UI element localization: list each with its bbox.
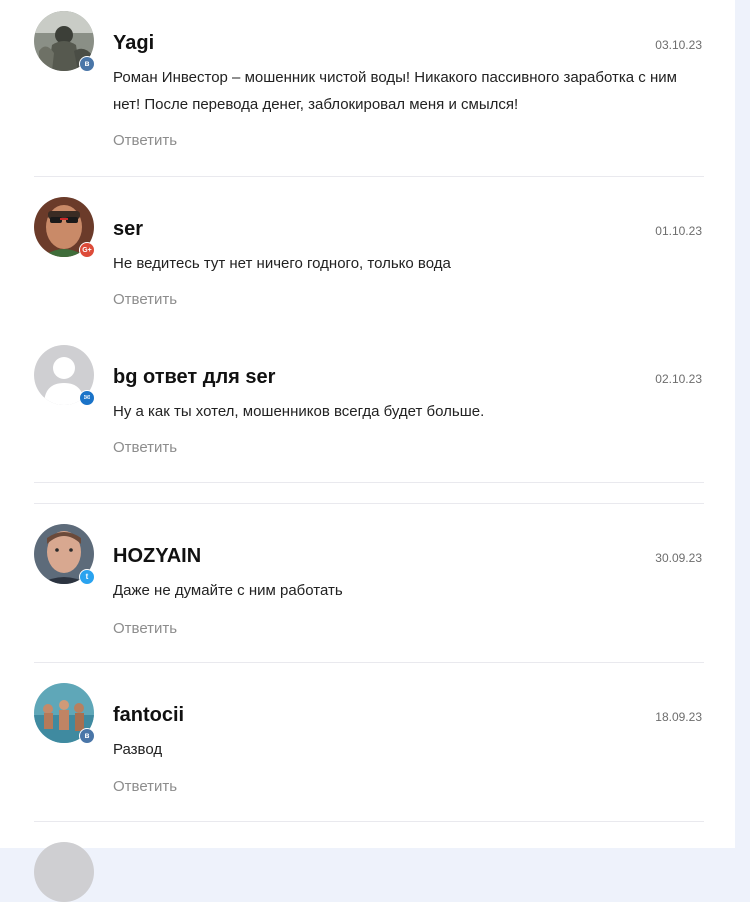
comment-date: 02.10.23	[655, 372, 702, 386]
comment-date: 03.10.23	[655, 38, 702, 52]
comment-text: Не ведитесь тут нет ничего годного, толь…	[113, 255, 451, 272]
avatar[interactable]	[34, 842, 94, 902]
divider	[34, 482, 704, 483]
reply-button[interactable]: Ответить	[113, 132, 177, 149]
comment-author[interactable]: ser	[113, 218, 143, 241]
comment-text: Ну а как ты хотел, мошенников всегда буд…	[113, 403, 485, 420]
reply-button[interactable]: Ответить	[113, 620, 177, 637]
comment-date: 01.10.23	[655, 224, 702, 238]
comment-author[interactable]: Yagi	[113, 32, 154, 55]
reply-button[interactable]: Ответить	[113, 439, 177, 456]
comment-item: в Yagi 03.10.23 Роман Инвестор – мошенни…	[34, 11, 704, 176]
divider	[34, 662, 704, 663]
reply-button[interactable]: Ответить	[113, 778, 177, 795]
reply-button[interactable]: Ответить	[113, 291, 177, 308]
google-plus-icon: G+	[79, 242, 95, 258]
comment-item: G+ ser 01.10.23 Не ведитесь тут нет ниче…	[34, 197, 704, 327]
comment-text: Развод	[113, 741, 163, 758]
comment-text: Даже не думайте с ним работать	[113, 582, 343, 599]
comment-date: 30.09.23	[655, 551, 702, 565]
comment-author[interactable]: fantocii	[113, 704, 184, 727]
divider	[34, 821, 704, 822]
comment-item: в fantocii 18.09.23 Развод Ответить	[34, 683, 704, 813]
twitter-icon: t	[79, 569, 95, 585]
divider	[34, 503, 704, 504]
divider	[34, 176, 704, 177]
vk-icon: в	[79, 56, 95, 72]
comment-item: t HOZYAIN 30.09.23 Даже не думайте с ним…	[34, 524, 704, 654]
comment-item: ✉ bg ответ для ser 02.10.23 Ну а как ты …	[34, 345, 704, 475]
comment-author[interactable]: bg ответ для ser	[113, 366, 275, 389]
mail-icon: ✉	[79, 390, 95, 406]
comment-date: 18.09.23	[655, 710, 702, 724]
comment-text: Роман Инвестор – мошенник чистой воды! Н…	[113, 69, 677, 113]
comment-author[interactable]: HOZYAIN	[113, 545, 201, 568]
comments-panel: в Yagi 03.10.23 Роман Инвестор – мошенни…	[0, 0, 735, 902]
vk-icon: в	[79, 728, 95, 744]
